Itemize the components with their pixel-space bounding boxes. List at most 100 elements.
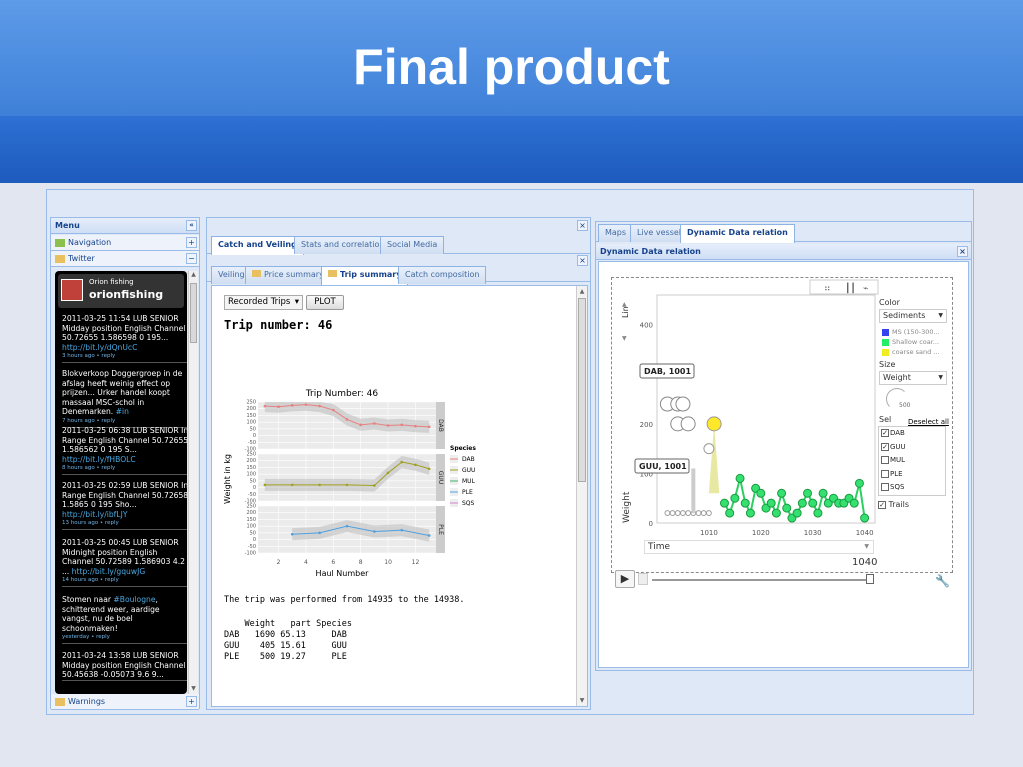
tweet-link[interactable]: #in bbox=[116, 407, 129, 416]
guu-data-point[interactable] bbox=[782, 503, 792, 513]
inner-tab-bar: Veiling Price summary Trip summary Catch… bbox=[207, 262, 590, 285]
guu-data-point[interactable] bbox=[860, 513, 870, 523]
guu-data-point[interactable] bbox=[766, 498, 776, 508]
guu-bubble-highlight[interactable] bbox=[706, 416, 722, 432]
scroll-down-icon[interactable]: ▼ bbox=[189, 685, 198, 694]
scroll-up-icon[interactable]: ▲ bbox=[577, 288, 587, 295]
trails-checkbox[interactable]: ✓ Trails bbox=[878, 500, 909, 509]
color-select[interactable]: Sediments ▼ bbox=[879, 309, 947, 323]
guu-data-point[interactable] bbox=[797, 498, 807, 508]
expand-warnings-icon[interactable]: + bbox=[186, 696, 197, 707]
deselect-all-link[interactable]: Deselect all bbox=[908, 418, 949, 426]
tweet-meta[interactable]: 8 hours ago • reply bbox=[62, 464, 187, 474]
play-button[interactable]: ▶ bbox=[615, 570, 635, 588]
tweet-link[interactable]: http://bit.ly/gquwJG bbox=[72, 567, 146, 576]
trip-number-heading: Trip number: 46 bbox=[224, 318, 333, 332]
folder-icon bbox=[252, 270, 261, 277]
recorded-trips-select[interactable]: Recorded Trips ▾ bbox=[224, 295, 303, 310]
tab-maps[interactable]: Maps bbox=[598, 224, 634, 242]
menu-title: Menu bbox=[55, 221, 80, 230]
twitter-folder-icon bbox=[55, 254, 65, 263]
tweet-link[interactable]: http://bit.ly/ibfLJY bbox=[62, 510, 127, 519]
checkbox-icon: ✓ bbox=[881, 429, 889, 437]
tab-price-summary[interactable]: Price summary bbox=[245, 266, 331, 284]
tweet-link[interactable]: #Boulogne bbox=[113, 595, 155, 604]
tweet-link[interactable]: http://bit.ly/fHBOLC bbox=[62, 455, 136, 464]
guu-data-point[interactable] bbox=[808, 498, 818, 508]
y-tick-label: 400 bbox=[640, 322, 653, 330]
guu-data-point[interactable] bbox=[792, 508, 802, 518]
time-select[interactable]: Time ▼ bbox=[644, 540, 874, 554]
tweet-meta[interactable]: 13 hours ago • reply bbox=[62, 519, 187, 529]
dynamic-content: ⠶ ┃┃ ⌁ Lin ▲ ▼ Weight 010020030040010101… bbox=[598, 261, 969, 668]
scroll-up-icon[interactable]: ▲ bbox=[189, 271, 198, 280]
tab-dynamic-data-relation[interactable]: Dynamic Data relation bbox=[680, 224, 795, 243]
data-point bbox=[290, 404, 294, 407]
y-tick-label: 100 bbox=[246, 524, 256, 530]
guu-data-point[interactable] bbox=[725, 508, 735, 518]
profile-name[interactable]: orionfishing bbox=[89, 288, 163, 301]
species-checkbox-sqs[interactable]: SQS bbox=[879, 481, 945, 495]
speed-icon[interactable] bbox=[638, 573, 648, 585]
guu-data-point[interactable] bbox=[740, 498, 750, 508]
line-icon[interactable]: ⌁ bbox=[863, 284, 868, 294]
center-panel: × Catch and Veiling Stats and correlatio… bbox=[206, 217, 591, 710]
guu-data-point[interactable] bbox=[803, 488, 813, 498]
tweet-meta[interactable]: 3 hours ago • reply bbox=[62, 352, 187, 362]
tab-trip-summary[interactable]: Trip summary bbox=[321, 266, 409, 285]
tweet-meta[interactable]: yesterday • reply bbox=[62, 633, 187, 643]
bar-icon[interactable]: ┃┃ bbox=[845, 282, 856, 294]
twitter-scrollbar[interactable]: ▲ ▼ bbox=[188, 271, 198, 694]
lin-up-icon[interactable]: ▲ bbox=[622, 301, 627, 308]
close-dynamic-icon[interactable]: × bbox=[957, 246, 968, 257]
dropdown-arrow-icon: ▼ bbox=[938, 374, 943, 381]
table-row: DAB 1690 65.13 DAB bbox=[224, 630, 347, 640]
tab-catch-composition[interactable]: Catch composition bbox=[398, 266, 487, 284]
legend-label: GUU bbox=[462, 467, 475, 474]
wrench-icon[interactable]: 🔧 bbox=[935, 574, 950, 588]
guu-data-point[interactable] bbox=[849, 498, 859, 508]
scroll-down-icon[interactable]: ▼ bbox=[577, 697, 587, 704]
bubble-icon[interactable]: ⠶ bbox=[824, 284, 831, 294]
guu-data-point[interactable] bbox=[777, 488, 787, 498]
guu-data-point[interactable] bbox=[735, 473, 745, 483]
table-row: PLE 500 19.27 PLE bbox=[224, 652, 347, 662]
scroll-thumb[interactable] bbox=[190, 283, 197, 343]
scroll-thumb[interactable] bbox=[578, 298, 586, 482]
close-center-icon[interactable]: × bbox=[577, 220, 588, 231]
guu-data-point[interactable] bbox=[719, 498, 729, 508]
species-checkbox-mul[interactable]: MUL bbox=[879, 454, 945, 468]
twitter-header[interactable]: Twitter − bbox=[51, 251, 199, 267]
lin-down-icon[interactable]: ▼ bbox=[622, 335, 627, 342]
guu-data-point[interactable] bbox=[813, 508, 823, 518]
species-checkbox-dab[interactable]: ✓ DAB bbox=[879, 427, 945, 441]
data-point bbox=[345, 418, 349, 421]
guu-data-point[interactable] bbox=[730, 493, 740, 503]
trail-point bbox=[706, 510, 712, 516]
tweet-meta[interactable]: 14 hours ago • reply bbox=[62, 576, 187, 586]
guu-data-point[interactable] bbox=[818, 488, 828, 498]
species-checkbox-ple[interactable]: PLE bbox=[879, 468, 945, 482]
navigation-header[interactable]: Navigation + bbox=[51, 235, 199, 251]
tweet-link[interactable]: http://bit.ly/dQnUcC bbox=[62, 343, 137, 352]
time-slider-track[interactable] bbox=[652, 579, 872, 581]
tab-social-media[interactable]: Social Media bbox=[380, 236, 445, 254]
plot-button[interactable]: PLOT bbox=[306, 295, 344, 310]
time-slider-thumb[interactable] bbox=[866, 574, 874, 584]
lin-label: Lin bbox=[621, 306, 630, 318]
collapse-twitter-icon[interactable]: − bbox=[186, 253, 197, 264]
warnings-header[interactable]: Warnings + bbox=[51, 694, 199, 710]
expand-navigation-icon[interactable]: + bbox=[186, 237, 197, 248]
species-checkbox-guu[interactable]: ✓ GUU bbox=[879, 441, 945, 455]
checkbox-icon bbox=[881, 469, 889, 478]
content-scrollbar[interactable]: ▲ ▼ bbox=[576, 286, 587, 706]
guu-data-point[interactable] bbox=[771, 508, 781, 518]
right-panel: Maps Live vessel Dynamic Data relation D… bbox=[595, 221, 972, 671]
guu-data-point[interactable] bbox=[745, 508, 755, 518]
guu-data-point[interactable] bbox=[854, 478, 864, 488]
tab-catch-and-veiling[interactable]: Catch and Veiling bbox=[211, 236, 304, 255]
collapse-left-icon[interactable]: « bbox=[186, 220, 197, 231]
data-point bbox=[414, 463, 417, 467]
guu-data-point[interactable] bbox=[756, 488, 766, 498]
size-select[interactable]: Weight ▼ bbox=[879, 371, 947, 385]
